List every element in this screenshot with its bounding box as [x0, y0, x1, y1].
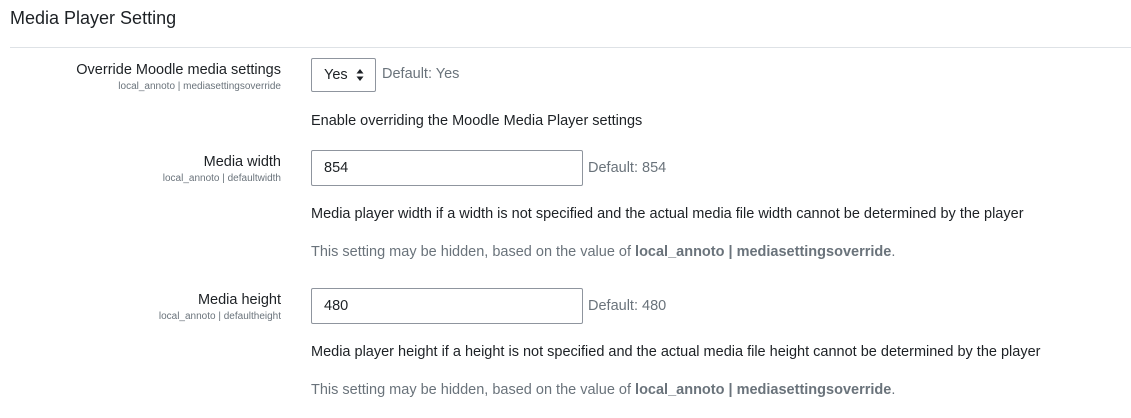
setting-label: Media height	[197, 292, 281, 308]
hint-prefix: This setting may be hidden, based on the…	[311, 244, 636, 260]
section-title: Media Player Setting	[10, 8, 177, 28]
setting-identifier: local_annoto | defaultwidth	[162, 173, 281, 184]
hint-suffix: .	[891, 244, 896, 260]
setting-identifier: local_annoto | defaultheight	[158, 311, 281, 322]
media-height-input[interactable]	[311, 288, 583, 324]
media-width-input[interactable]	[311, 150, 583, 186]
setting-description: Media player height if a height is not s…	[311, 344, 1041, 360]
override-select[interactable]: Yes	[311, 58, 376, 92]
hint-prefix: This setting may be hidden, based on the…	[311, 382, 636, 398]
setting-label-group: Media height local_annoto | defaultheigh…	[159, 291, 281, 324]
setting-label-group: Media width local_annoto | defaultwidth	[163, 153, 281, 186]
section-divider	[10, 47, 1131, 48]
default-value: Default: 854	[588, 160, 667, 176]
setting-label-group: Override Moodle media settings local_ann…	[76, 61, 281, 94]
default-value: Default: 480	[588, 298, 667, 314]
hint-suffix: .	[891, 382, 896, 398]
setting-description: Enable overriding the Moodle Media Playe…	[311, 113, 643, 129]
hint-reference: local_annoto | mediasettingsoverride	[635, 244, 892, 260]
hint-reference: local_annoto | mediasettingsoverride	[635, 382, 892, 398]
default-value: Default: Yes	[382, 66, 460, 82]
setting-hidden-hint: This setting may be hidden, based on the…	[311, 244, 895, 260]
setting-description: Media player width if a width is not spe…	[311, 206, 1024, 222]
setting-label: Override Moodle media settings	[76, 62, 281, 78]
setting-label: Media width	[203, 154, 281, 170]
select-value: Yes	[324, 67, 348, 83]
sort-arrows-icon	[356, 69, 364, 81]
setting-identifier: local_annoto | mediasettingsoverride	[118, 81, 281, 92]
setting-hidden-hint: This setting may be hidden, based on the…	[311, 382, 895, 398]
